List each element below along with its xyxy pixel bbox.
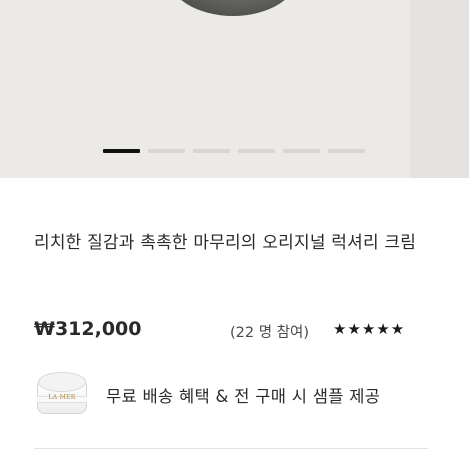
carousel-dot-1[interactable] [103, 149, 140, 153]
jar-logo: LA MER [48, 394, 76, 401]
promo-thumbnail: LA MER [32, 366, 92, 424]
product-image-carousel[interactable] [0, 0, 469, 178]
product-price: ₩312,000 [34, 318, 142, 340]
next-slide-preview[interactable] [410, 0, 469, 178]
jar-lid-icon [38, 372, 86, 392]
divider [34, 448, 428, 449]
carousel-indicators [103, 149, 365, 153]
product-image [168, 0, 298, 16]
carousel-dot-2[interactable] [148, 149, 185, 153]
promo-message: 무료 배송 혜택 & 전 구매 시 샘플 제공 [106, 387, 381, 406]
carousel-dot-4[interactable] [238, 149, 275, 153]
carousel-dot-3[interactable] [193, 149, 230, 153]
product-title: 리치한 질감과 촉촉한 마무리의 오리지널 럭셔리 크림 [34, 233, 417, 253]
carousel-dot-5[interactable] [283, 149, 320, 153]
star-rating[interactable]: ★★★★★ [333, 320, 405, 338]
carousel-dot-6[interactable] [328, 149, 365, 153]
review-count-link[interactable]: (22 명 참여) [230, 321, 309, 342]
